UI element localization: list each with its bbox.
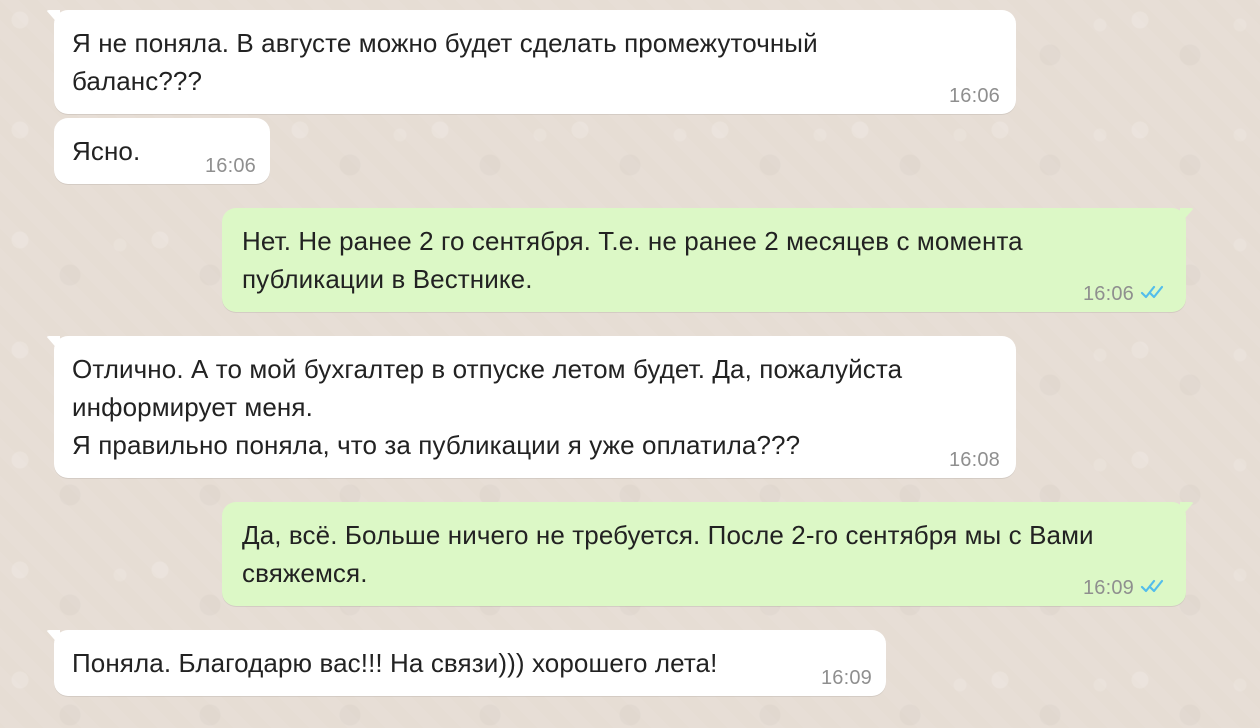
message-text: Я не поняла. В августе можно будет сдела… <box>72 28 818 96</box>
message-tail <box>1180 502 1194 518</box>
message-tail <box>46 10 60 26</box>
message-text: Ясно. <box>72 136 141 166</box>
message-time: 16:06 <box>1082 283 1134 305</box>
message-bubble-incoming[interactable]: Отлично. А то мой бухгалтер в отпуске ле… <box>46 336 1016 478</box>
message-time: 16:09 <box>820 667 872 689</box>
double-check-read-icon <box>1140 285 1164 299</box>
message-bubble-incoming[interactable]: Я не поняла. В августе можно будет сдела… <box>46 10 1016 114</box>
message-bubble-incoming[interactable]: Ясно. 16:06 <box>54 118 270 184</box>
double-check-read-icon <box>1140 579 1164 593</box>
message-time: 16:06 <box>948 85 1000 107</box>
message-tail <box>46 336 60 352</box>
message-bubble-outgoing[interactable]: Да, всё. Больше ничего не требуется. Пос… <box>222 502 1194 606</box>
message-text: Отлично. А то мой бухгалтер в отпуске ле… <box>72 354 903 460</box>
message-time: 16:08 <box>948 449 1000 471</box>
message-bubble-outgoing[interactable]: Нет. Не ранее 2 го сентября. Т.е. не ран… <box>222 208 1194 312</box>
message-text: Поняла. Благодарю вас!!! На связи))) хор… <box>72 648 718 678</box>
message-tail <box>1180 208 1194 224</box>
message-text: Да, всё. Больше ничего не требуется. Пос… <box>242 520 1094 588</box>
chat-background: Я не поняла. В августе можно будет сдела… <box>0 0 1260 728</box>
message-text: Нет. Не ранее 2 го сентября. Т.е. не ран… <box>242 226 1023 294</box>
message-time: 16:06 <box>204 155 256 177</box>
message-bubble-incoming[interactable]: Поняла. Благодарю вас!!! На связи))) хор… <box>46 630 886 696</box>
message-tail <box>46 630 60 646</box>
message-time: 16:09 <box>1082 577 1134 599</box>
